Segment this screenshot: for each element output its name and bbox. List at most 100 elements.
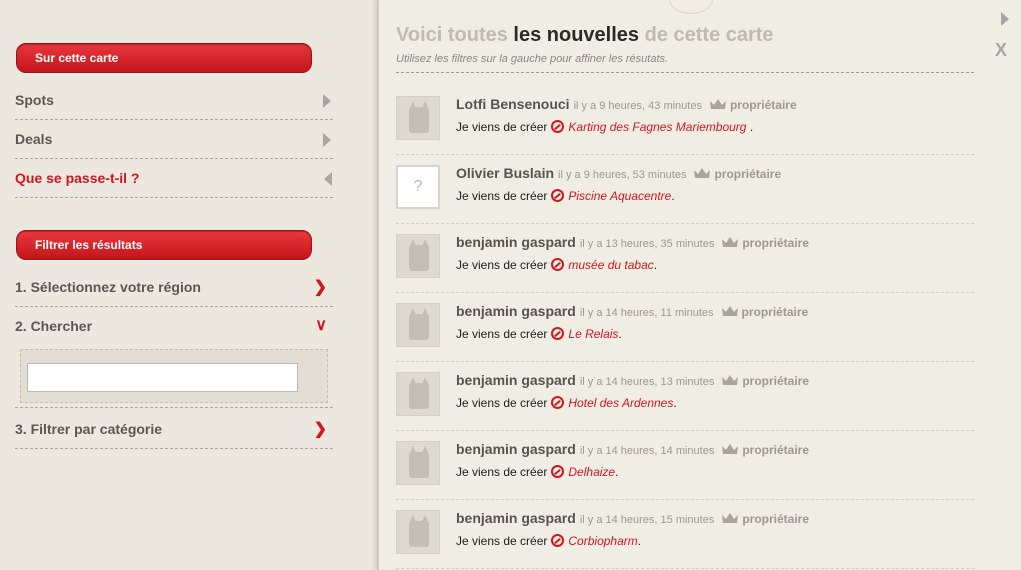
chevron-right-icon: ❯ [313, 279, 327, 296]
place-link[interactable]: Hotel des Ardennes [568, 396, 673, 410]
user-name-link[interactable]: benjamin gaspard [456, 303, 576, 319]
action-text: Je viens de créer [456, 189, 548, 203]
nav-item-label: Deals [15, 131, 53, 147]
timestamp: il y a 9 heures, 53 minutes [558, 169, 687, 181]
place-link[interactable]: Corbiopharm [568, 534, 637, 548]
avatar[interactable] [396, 96, 440, 140]
crown-icon [722, 444, 739, 454]
search-panel [20, 349, 328, 403]
place-link[interactable]: Piscine Aquacentre [568, 189, 671, 203]
divider [396, 72, 974, 73]
feed-user-line: Lotfi Bensenouci il y a 9 heures, 43 minu… [456, 96, 797, 112]
map-pin-icon [551, 189, 565, 202]
avatar-icon [409, 452, 429, 478]
place-link[interactable]: Delhaize [568, 465, 615, 479]
question-mark-icon: ? [413, 178, 423, 195]
timestamp: il y a 14 heures, 15 minutes [579, 514, 715, 526]
role-badge: propriétaire [742, 236, 810, 250]
filter-categorie[interactable]: 3. Filtrer par catégorie ❯ [15, 410, 333, 449]
nav-item-deals[interactable]: Deals [15, 120, 333, 159]
map-pin-icon [551, 396, 565, 409]
avatar[interactable]: ? [396, 165, 440, 209]
action-text: Je viens de créer [456, 465, 548, 479]
triangle-right-icon [323, 94, 331, 108]
avatar[interactable] [396, 234, 440, 278]
role-badge: propriétaire [729, 98, 797, 112]
section-header-filtrer: Filtrer les résultats [16, 230, 312, 260]
filter-region[interactable]: 1. Sélectionnez votre région ❯ [15, 268, 333, 307]
action-suffix: . [637, 534, 642, 548]
feed-user-line: benjamin gaspard il y a 14 heures, 13 min… [456, 372, 809, 388]
feed-item: Lotfi Bensenouci il y a 9 heures, 43 minu… [396, 86, 974, 155]
section-header-sur-cette-carte: Sur cette carte [16, 43, 312, 73]
nav-item-label: Que se passe-t-il ? [15, 170, 140, 186]
map-pin-icon [551, 258, 565, 271]
chevron-right-icon: ❯ [313, 421, 327, 438]
role-badge: propriétaire [741, 305, 809, 319]
feed-user-line: benjamin gaspard il y a 14 heures, 14 min… [456, 441, 809, 457]
emblem-logo [669, 0, 713, 14]
timestamp: il y a 14 heures, 11 minutes [579, 307, 714, 319]
feed-item: benjamin gaspard il y a 14 heures, 14 min… [396, 431, 974, 500]
feed-action-line: Je viens de créer Hotel des Ardennes. [456, 394, 677, 410]
avatar[interactable] [396, 441, 440, 485]
place-link[interactable]: musée du tabac [568, 258, 653, 272]
user-name-link[interactable]: benjamin gaspard [456, 441, 576, 457]
feed-action-line: Je viens de créer Delhaize. [456, 463, 618, 479]
user-name-link[interactable]: benjamin gaspard [456, 510, 576, 526]
map-pin-icon [551, 327, 565, 340]
divider [15, 407, 333, 408]
feed-action-line: Je viens de créer Le Relais. [456, 325, 622, 341]
action-suffix: . [615, 465, 619, 479]
feed-user-line: Olivier Buslain il y a 9 heures, 53 minut… [456, 165, 781, 181]
avatar[interactable] [396, 510, 440, 554]
action-suffix: . [653, 258, 658, 272]
feed-item: benjamin gaspard il y a 14 heures, 15 min… [396, 500, 974, 569]
avatar-icon [409, 314, 429, 340]
crown-icon [694, 168, 711, 178]
map-pin-icon [551, 120, 565, 133]
feed-user-line: benjamin gaspard il y a 14 heures, 11 min… [456, 303, 808, 319]
avatar[interactable] [396, 303, 440, 347]
close-button[interactable]: X [995, 40, 1007, 61]
title-part: Voici toutes [396, 24, 514, 46]
timestamp: il y a 14 heures, 14 minutes [579, 445, 715, 457]
role-badge: propriétaire [714, 167, 782, 181]
filter-label: 1. Sélectionnez votre région [15, 279, 201, 295]
user-name-link[interactable]: Lotfi Bensenouci [456, 96, 570, 112]
avatar-icon [409, 245, 429, 271]
feed-action-line: Je viens de créer musée du tabac. [456, 256, 657, 272]
place-link[interactable]: Le Relais [568, 327, 618, 341]
place-link[interactable]: Karting des Fagnes Mariembourg [568, 120, 746, 134]
page-subtitle: Utilisez les filtres sur la gauche pour … [396, 53, 669, 65]
triangle-right-icon [323, 133, 331, 147]
crown-icon [722, 513, 739, 523]
action-suffix: . [671, 189, 675, 203]
crown-icon [721, 306, 738, 316]
crown-icon [722, 375, 739, 385]
filter-chercher[interactable]: 2. Chercher ∨ [15, 307, 333, 346]
user-name-link[interactable]: Olivier Buslain [456, 165, 554, 181]
nav-item-que-se-passe-t-il[interactable]: Que se passe-t-il ? [15, 159, 333, 198]
role-badge: propriétaire [742, 374, 810, 388]
news-feed: Lotfi Bensenouci il y a 9 heures, 43 minu… [396, 86, 974, 569]
action-suffix: . [618, 327, 622, 341]
user-name-link[interactable]: benjamin gaspard [456, 372, 576, 388]
role-badge: propriétaire [742, 512, 810, 526]
action-text: Je viens de créer [456, 327, 548, 341]
crown-icon [709, 99, 726, 109]
expand-arrow-icon[interactable] [1001, 12, 1009, 26]
sidebar: Sur cette carte Spots Deals Que se passe… [0, 0, 377, 570]
user-name-link[interactable]: benjamin gaspard [456, 234, 576, 250]
filter-label: 3. Filtrer par catégorie [15, 421, 163, 437]
feed-item: benjamin gaspard il y a 14 heures, 13 min… [396, 362, 974, 431]
avatar[interactable] [396, 372, 440, 416]
nav-item-spots[interactable]: Spots [15, 81, 333, 120]
feed-action-line: Je viens de créer Piscine Aquacentre. [456, 187, 675, 203]
role-badge: propriétaire [742, 443, 810, 457]
feed-action-line: Je viens de créer Corbiopharm. [456, 532, 641, 548]
news-panel: Voici toutes les nouvelles de cette cart… [377, 0, 1021, 570]
action-text: Je viens de créer [456, 120, 548, 134]
search-input[interactable] [27, 363, 298, 392]
timestamp: il y a 14 heures, 13 minutes [579, 376, 715, 388]
